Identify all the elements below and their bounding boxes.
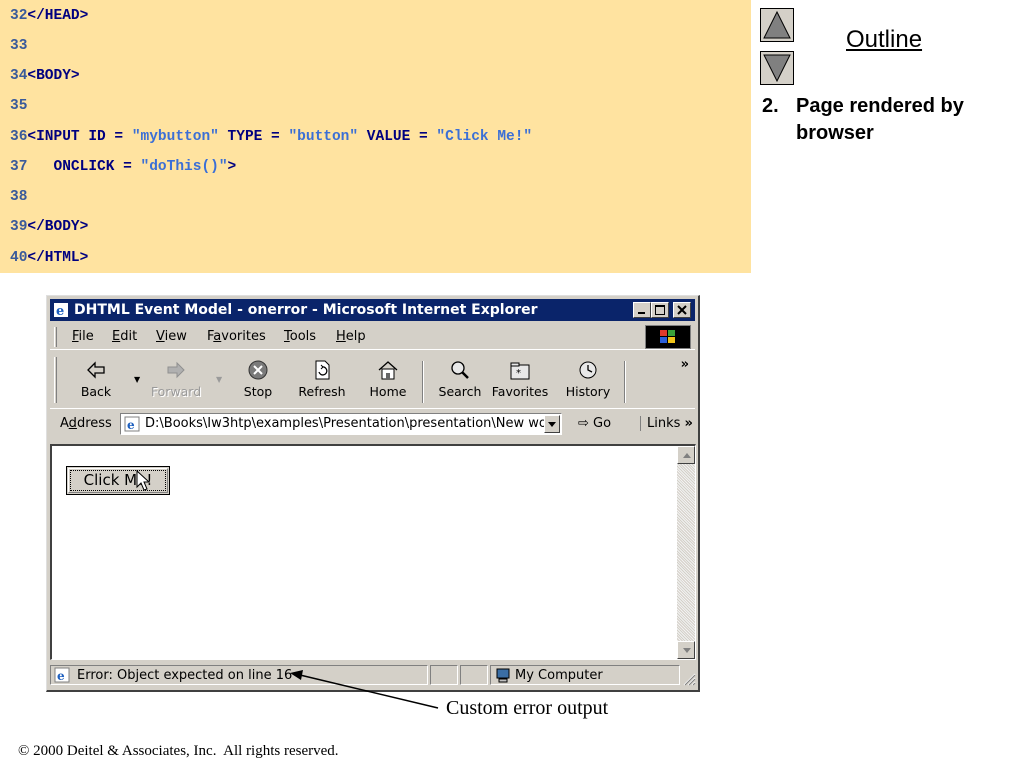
toolbar-separator (422, 361, 424, 403)
code-line: 37 ONCLICK = "doThis()"> (10, 159, 237, 175)
security-zone-pane: My Computer (490, 665, 680, 685)
error-page-icon: e (54, 667, 70, 683)
code-line: 34<BODY> (10, 68, 80, 84)
history-button[interactable]: History (558, 359, 618, 407)
chevron-down-icon (548, 422, 556, 427)
home-icon (378, 361, 398, 380)
resize-grip-icon[interactable] (682, 672, 696, 686)
status-text: Error: Object expected on line 16 (77, 668, 293, 683)
browser-window: e DHTML Event Model - onerror - Microsof… (46, 295, 700, 692)
menu-favorites[interactable]: Favorites (207, 329, 266, 344)
bullet-text: Page rendered by browser (796, 95, 964, 144)
code-line: 36<INPUT ID = "mybutton" TYPE = "button"… (10, 129, 533, 145)
code-line: 38 (10, 189, 28, 205)
address-dropdown-button[interactable] (544, 415, 560, 433)
forward-arrow-icon (167, 361, 185, 379)
ie-logo-icon: e (54, 303, 68, 318)
svg-text:*: * (516, 368, 521, 379)
up-triangle-icon (763, 10, 791, 39)
bullet-number: 2. (762, 95, 779, 117)
menu-edit[interactable]: Edit (112, 329, 137, 344)
links-button[interactable]: Links » (640, 416, 693, 431)
svg-text:e: e (56, 304, 64, 318)
minimize-icon (638, 312, 645, 314)
address-bar: Address e D:\Books\Iw3htp\examples\Prese… (50, 411, 695, 438)
status-bar: e Error: Object expected on line 16 My C… (50, 664, 696, 686)
go-button[interactable]: ⇨ Go (578, 416, 611, 431)
window-title: DHTML Event Model - onerror - Microsoft … (74, 302, 538, 318)
scroll-up-icon (683, 453, 691, 458)
code-line: 33 (10, 38, 28, 54)
menu-file[interactable]: File (72, 329, 94, 344)
computer-icon (496, 668, 510, 683)
back-button[interactable]: Back (66, 359, 126, 407)
mouse-cursor-icon (136, 470, 151, 491)
maximize-icon (655, 305, 665, 315)
close-icon (677, 305, 687, 315)
favorites-icon: * (510, 362, 530, 380)
title-bar[interactable]: e DHTML Event Model - onerror - Microsof… (50, 299, 695, 321)
close-button[interactable] (673, 302, 691, 318)
status-pane-empty (430, 665, 458, 685)
zone-text: My Computer (515, 668, 603, 683)
standard-toolbar: Back ▼ Forward ▼ Stop Refresh Home Searc… (50, 353, 695, 409)
click-me-button[interactable]: Click Me! (66, 466, 170, 495)
minimize-button[interactable] (633, 302, 651, 318)
toolbar-grip (54, 357, 57, 403)
history-icon (579, 361, 597, 379)
favorites-button[interactable]: * Favorites (490, 359, 550, 407)
menu-help[interactable]: Help (336, 329, 366, 344)
home-button[interactable]: Home (358, 359, 418, 407)
svg-text:e: e (127, 418, 135, 432)
page-icon: e (124, 416, 140, 432)
status-pane-empty (460, 665, 488, 685)
search-button[interactable]: Search (430, 359, 490, 407)
back-dropdown-icon[interactable]: ▼ (134, 375, 140, 384)
stop-icon (248, 360, 268, 380)
outline-link[interactable]: Outline (846, 26, 922, 54)
menu-view[interactable]: View (156, 329, 187, 344)
maximize-button[interactable] (651, 302, 669, 318)
scroll-up-button[interactable] (677, 446, 695, 464)
code-listing-panel: 32</HEAD> 33 34<BODY> 35 36<INPUT ID = "… (0, 0, 751, 273)
page-content: Click Me! (50, 444, 696, 660)
toolbar-separator (624, 361, 626, 403)
search-icon (451, 361, 469, 379)
scroll-down-icon (683, 648, 691, 653)
down-triangle-icon (763, 54, 791, 83)
annotation-label: Custom error output (446, 697, 609, 719)
menu-grip (54, 327, 57, 347)
address-value[interactable]: D:\Books\Iw3htp\examples\Presentation\pr… (145, 416, 552, 431)
status-message-pane: e Error: Object expected on line 16 (50, 665, 428, 685)
refresh-button[interactable]: Refresh (292, 359, 352, 407)
vertical-scrollbar[interactable] (677, 446, 695, 659)
menu-bar: File Edit View Favorites Tools Help (50, 324, 695, 350)
previous-slide-button[interactable] (760, 8, 794, 42)
forward-dropdown-icon[interactable]: ▼ (216, 375, 222, 384)
windows-logo-icon (645, 325, 691, 349)
menu-tools[interactable]: Tools (284, 329, 316, 344)
address-field[interactable]: e D:\Books\Iw3htp\examples\Presentation\… (120, 413, 562, 435)
forward-button[interactable]: Forward (146, 359, 206, 407)
scroll-down-button[interactable] (677, 641, 695, 659)
svg-text:e: e (57, 669, 65, 683)
back-arrow-icon (87, 361, 105, 379)
code-line: 39</BODY> (10, 219, 89, 235)
code-line: 32</HEAD> (10, 8, 89, 24)
toolbar-more-icon[interactable]: » (681, 357, 689, 372)
stop-button[interactable]: Stop (228, 359, 288, 407)
next-slide-button[interactable] (760, 51, 794, 85)
code-line: 40</HTML> (10, 250, 89, 266)
refresh-icon (315, 360, 330, 380)
go-arrow-icon: ⇨ (578, 416, 589, 431)
code-line: 35 (10, 98, 28, 114)
links-more-icon[interactable]: » (685, 416, 693, 431)
address-label: Address (60, 416, 112, 431)
copyright-footer: © 2000 Deitel & Associates, Inc. All rig… (18, 743, 339, 759)
